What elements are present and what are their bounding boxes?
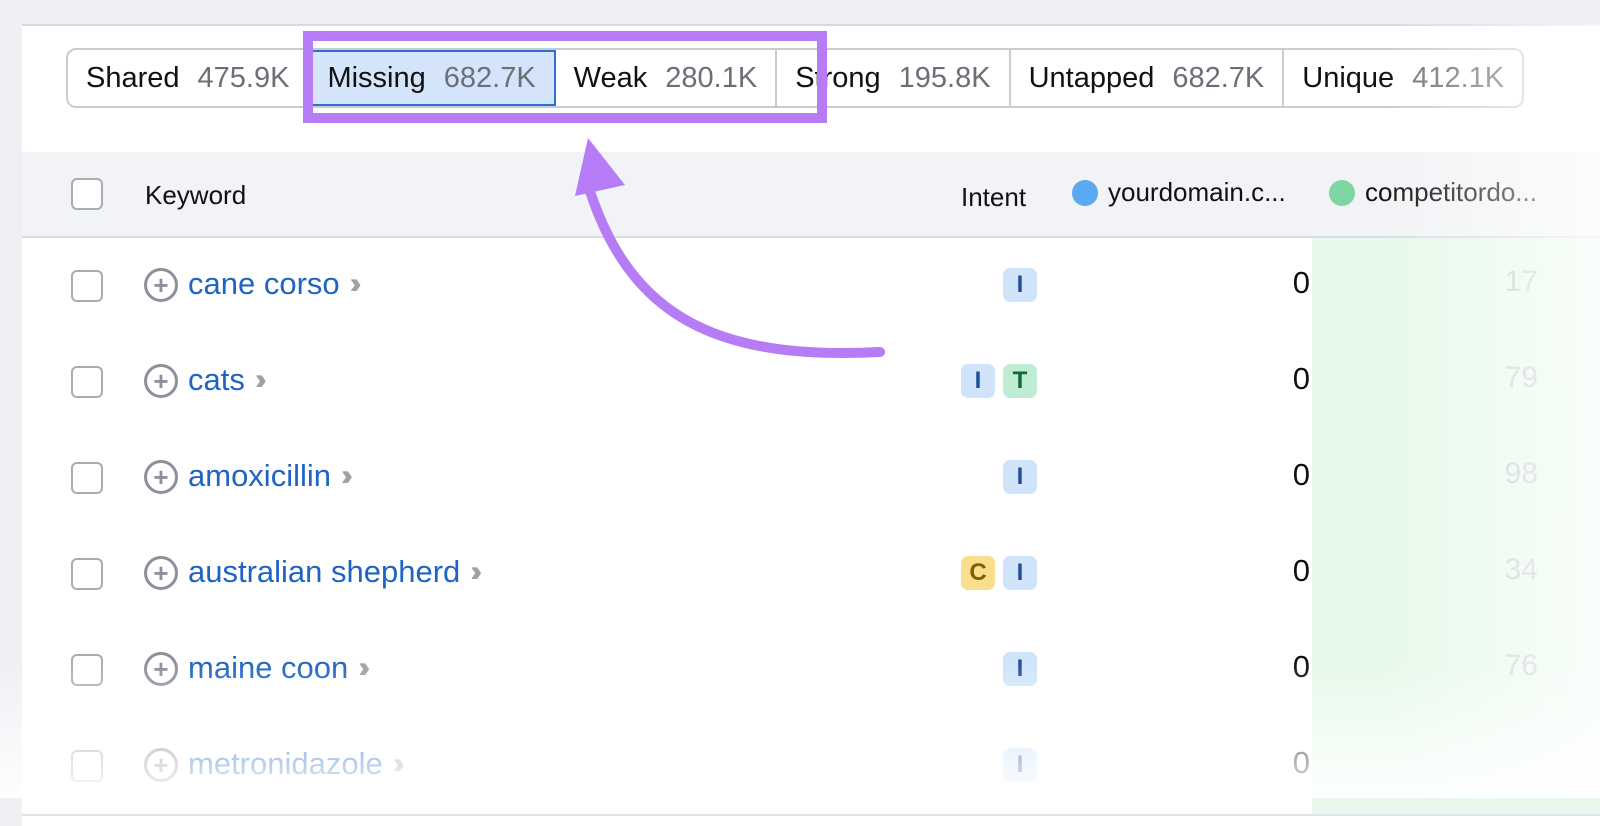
competitor-cell: 17 [1312,238,1600,334]
keyword-link[interactable]: amoxicillin ›› [188,458,353,494]
tab-count: 412.1K [1412,61,1505,94]
intent-badge: I [961,364,995,398]
double-chevron-right-icon[interactable]: ›› [470,555,482,589]
row-checkbox[interactable] [71,750,103,782]
double-chevron-right-icon[interactable]: ›› [393,747,405,781]
keyword-column-header[interactable]: Keyword [145,180,246,211]
tab-unique[interactable]: Unique 412.1K [1284,50,1522,106]
tab-missing[interactable]: Missing 682.7K [309,50,556,106]
plus-circle-icon[interactable]: + [144,268,178,302]
domain1-column-header[interactable]: yourdomain.c... [1072,177,1286,208]
domain2-name: competitordo... [1365,177,1537,207]
intent-badges: I [1003,460,1037,494]
intent-column-header[interactable]: Intent [961,182,1026,213]
double-chevron-right-icon[interactable]: ›› [358,651,370,685]
tab-strong[interactable]: Strong 195.8K [777,50,1011,106]
tab-weak[interactable]: Weak 280.1K [556,50,778,106]
intent-badge: I [1003,748,1037,782]
comparison-tabs: Shared 475.9K Missing 682.7K Weak 280.1K… [66,48,1525,108]
keyword-link[interactable]: metronidazole ›› [188,746,405,782]
plus-circle-icon[interactable]: + [144,748,178,782]
table-row: + maine coon ›› I 0 76 [22,622,1600,720]
select-all-checkbox[interactable] [71,178,103,210]
your-position: 0 [1292,265,1310,300]
row-checkbox[interactable] [71,462,103,494]
intent-badges: I [1003,748,1037,782]
table-row: + australian shepherd ›› CI 0 34 [22,526,1600,624]
domain1-dot-icon [1072,179,1098,206]
plus-circle-icon[interactable]: + [144,460,178,494]
plus-circle-icon[interactable]: + [144,556,178,590]
competitor-cell: 76 [1312,622,1600,718]
domain2-dot-icon [1329,179,1355,206]
table-row: + amoxicillin ›› I 0 98 [22,430,1600,528]
double-chevron-right-icon[interactable]: ›› [341,459,353,493]
competitor-position: 34 [1504,553,1538,586]
intent-badge: C [961,556,995,590]
domain2-column-header[interactable]: competitordo... [1329,177,1537,208]
table-row: + metronidazole ›› I 0 [22,718,1600,816]
competitor-position: 76 [1504,649,1538,682]
tab-untapped[interactable]: Untapped 682.7K [1011,50,1285,106]
competitor-cell [1312,718,1600,814]
intent-badge: I [1003,652,1037,686]
intent-badge: I [1003,460,1037,494]
tab-label: Weak [573,61,648,94]
double-chevron-right-icon[interactable]: ›› [350,267,362,301]
keyword-link[interactable]: australian shepherd ›› [188,554,482,590]
your-position: 0 [1292,553,1310,588]
intent-badges: I [1003,268,1037,302]
competitor-position: 79 [1504,361,1538,394]
tab-count: 682.7K [443,61,536,94]
keyword-text: cane corso [188,266,340,301]
plus-circle-icon[interactable]: + [144,364,178,398]
keyword-link[interactable]: maine coon ›› [188,650,370,686]
keyword-text: maine coon [188,650,349,685]
competitor-position: 17 [1504,265,1538,298]
competitor-cell: 79 [1312,334,1600,430]
intent-badges: CI [961,556,1037,590]
intent-badge: I [1003,268,1037,302]
table-row: + cane corso ›› I 0 17 [22,238,1600,336]
intent-badges: I [1003,652,1037,686]
double-chevron-right-icon[interactable]: ›› [255,363,267,397]
tab-label: Strong [795,61,881,94]
your-position: 0 [1292,361,1310,396]
keyword-text: cats [188,362,245,397]
competitor-cell: 98 [1312,430,1600,526]
keyword-text: amoxicillin [188,458,331,493]
intent-badge: T [1003,364,1037,398]
plus-circle-icon[interactable]: + [144,652,178,686]
intent-badge: I [1003,556,1037,590]
tab-label: Unique [1302,61,1395,94]
intent-badges: IT [961,364,1037,398]
keyword-link[interactable]: cane corso ›› [188,266,362,302]
tab-count: 280.1K [665,61,758,94]
your-position: 0 [1292,649,1310,684]
tab-label: Untapped [1028,61,1155,94]
competitor-cell: 34 [1312,526,1600,622]
row-checkbox[interactable] [71,270,103,302]
table-header: Keyword Intent yourdomain.c... competito… [22,152,1600,238]
tab-count: 195.8K [898,61,991,94]
your-position: 0 [1292,457,1310,492]
keyword-link[interactable]: cats ›› [188,362,267,398]
row-checkbox[interactable] [71,558,103,590]
table-row: + cats ›› IT 0 79 [22,334,1600,432]
competitor-position: 98 [1504,457,1538,490]
keyword-text: australian shepherd [188,554,461,589]
tab-label: Shared [86,61,180,94]
tab-count: 682.7K [1172,61,1265,94]
your-position: 0 [1292,745,1310,780]
keyword-text: metronidazole [188,746,383,781]
tab-shared[interactable]: Shared 475.9K [68,50,310,106]
tab-count: 475.9K [197,61,290,94]
row-checkbox[interactable] [71,366,103,398]
domain1-name: yourdomain.c... [1108,177,1286,207]
tab-label: Missing [327,61,426,94]
row-checkbox[interactable] [71,654,103,686]
